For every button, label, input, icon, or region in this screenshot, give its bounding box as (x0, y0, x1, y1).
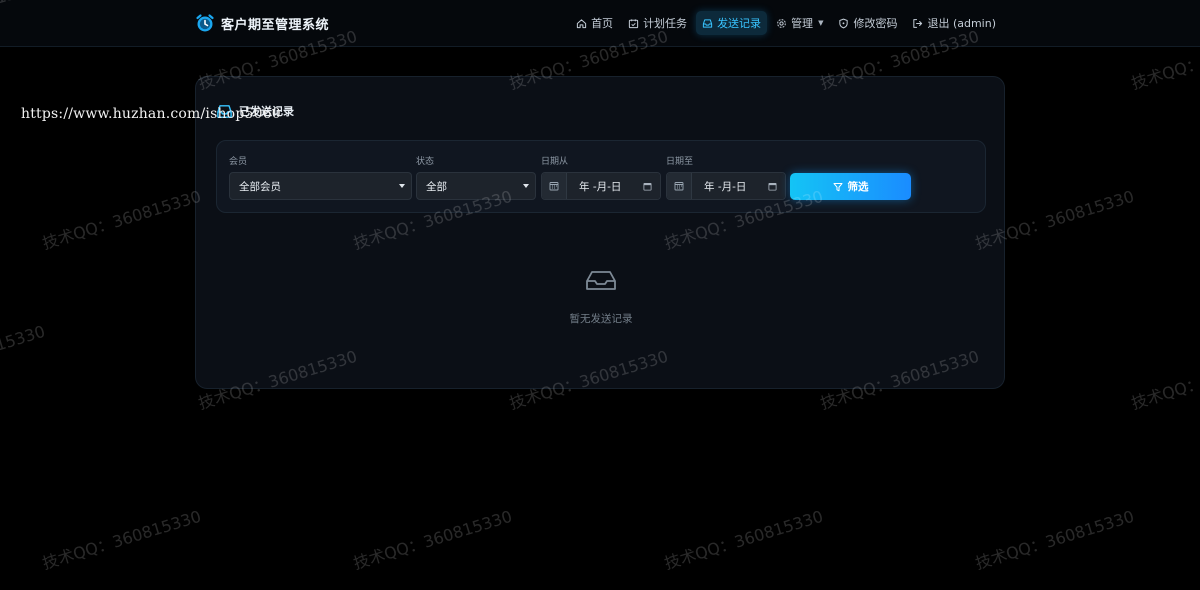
date-from-label: 日期从 (541, 157, 569, 167)
nav-item-home[interactable]: 首页 (570, 11, 619, 35)
empty-state: 暂无发送记录 (196, 269, 1006, 326)
watermark-text: 技术QQ：360815330 (1129, 346, 1200, 414)
home-icon (576, 18, 587, 28)
caret-down-icon: ▼ (818, 19, 824, 27)
nav-item-records[interactable]: 发送记录 (696, 11, 768, 35)
date-to-input[interactable]: 年 -月-日 (692, 173, 785, 199)
watermark-text: 技术QQ：360815330 (351, 506, 515, 574)
nav-tasks-label: 计划任务 (643, 17, 688, 30)
nav-item-logout[interactable]: 退出 (admin) (906, 11, 1002, 35)
nav-item-password[interactable]: 修改密码 (832, 11, 903, 35)
nav-logout-label: 退出 (admin) (927, 17, 996, 30)
app-title: 客户期至管理系统 (221, 17, 330, 33)
dropdown-arrow-icon (399, 184, 405, 188)
date-picker-icon[interactable] (768, 182, 777, 191)
status-select-value: 全部 (426, 180, 447, 193)
url-overlay-text: https://www.huzhan.com/ishop5060 (21, 106, 281, 122)
logout-icon (913, 18, 923, 28)
nav-home-label: 首页 (591, 17, 614, 30)
empty-state-text: 暂无发送记录 (569, 313, 633, 325)
date-to-value: 年 -月-日 (704, 180, 747, 193)
member-select[interactable]: 全部会员 (229, 172, 412, 200)
date-from-input[interactable]: 年 -月-日 (567, 173, 660, 199)
member-select-value: 全部会员 (239, 180, 281, 193)
nav-records-label: 发送记录 (717, 17, 762, 30)
filter-button-label: 筛选 (847, 181, 869, 193)
nav-password-label: 修改密码 (853, 17, 898, 30)
member-label: 会员 (229, 157, 248, 167)
watermark-text: 技术QQ：360815330 (40, 506, 204, 574)
nav-item-tasks[interactable]: 计划任务 (622, 11, 693, 35)
filter-panel: 会员 全部会员 状态 全部 日期从 年 -月-日 日期至 年 -月-日 筛选 (216, 140, 986, 213)
main-nav: 首页 计划任务 发送记录 管理 ▼ 修改密码 退出 (admin) (567, 11, 1002, 35)
date-to-label: 日期至 (666, 157, 694, 167)
records-card: 已发送记录 会员 全部会员 状态 全部 日期从 年 -月-日 日期至 年 -月-… (195, 76, 1005, 389)
watermark-text: 技术QQ：360815330 (40, 186, 204, 254)
watermark-text: 技术QQ：360815330 (662, 506, 826, 574)
top-navbar: 客户期至管理系统 首页 计划任务 发送记录 管理 ▼ 修改密码 退出 (admi… (0, 0, 1200, 47)
status-select[interactable]: 全部 (416, 172, 536, 200)
calendar-icon (542, 173, 567, 199)
watermark-text: 技术QQ：360815330 (0, 321, 48, 389)
funnel-icon (833, 182, 842, 191)
shield-icon (839, 18, 849, 28)
inbox-icon (702, 18, 713, 28)
status-label: 状态 (416, 157, 435, 167)
filter-button[interactable]: 筛选 (790, 173, 911, 200)
calendar-icon (667, 173, 692, 199)
date-to-field[interactable]: 年 -月-日 (666, 172, 786, 200)
gear-icon (777, 18, 786, 28)
nav-manage-label: 管理 (791, 17, 814, 30)
brand[interactable]: 客户期至管理系统 (195, 13, 329, 33)
nav-item-manage[interactable]: 管理 ▼ (770, 11, 829, 35)
dropdown-arrow-icon (523, 184, 529, 188)
date-from-field[interactable]: 年 -月-日 (541, 172, 661, 200)
calendar-check-icon (628, 18, 639, 28)
empty-inbox-icon (586, 271, 616, 290)
date-picker-icon[interactable] (643, 182, 652, 191)
date-from-value: 年 -月-日 (579, 180, 622, 193)
watermark-text: 技术QQ：360815330 (973, 506, 1137, 574)
alarm-clock-icon (196, 14, 214, 32)
